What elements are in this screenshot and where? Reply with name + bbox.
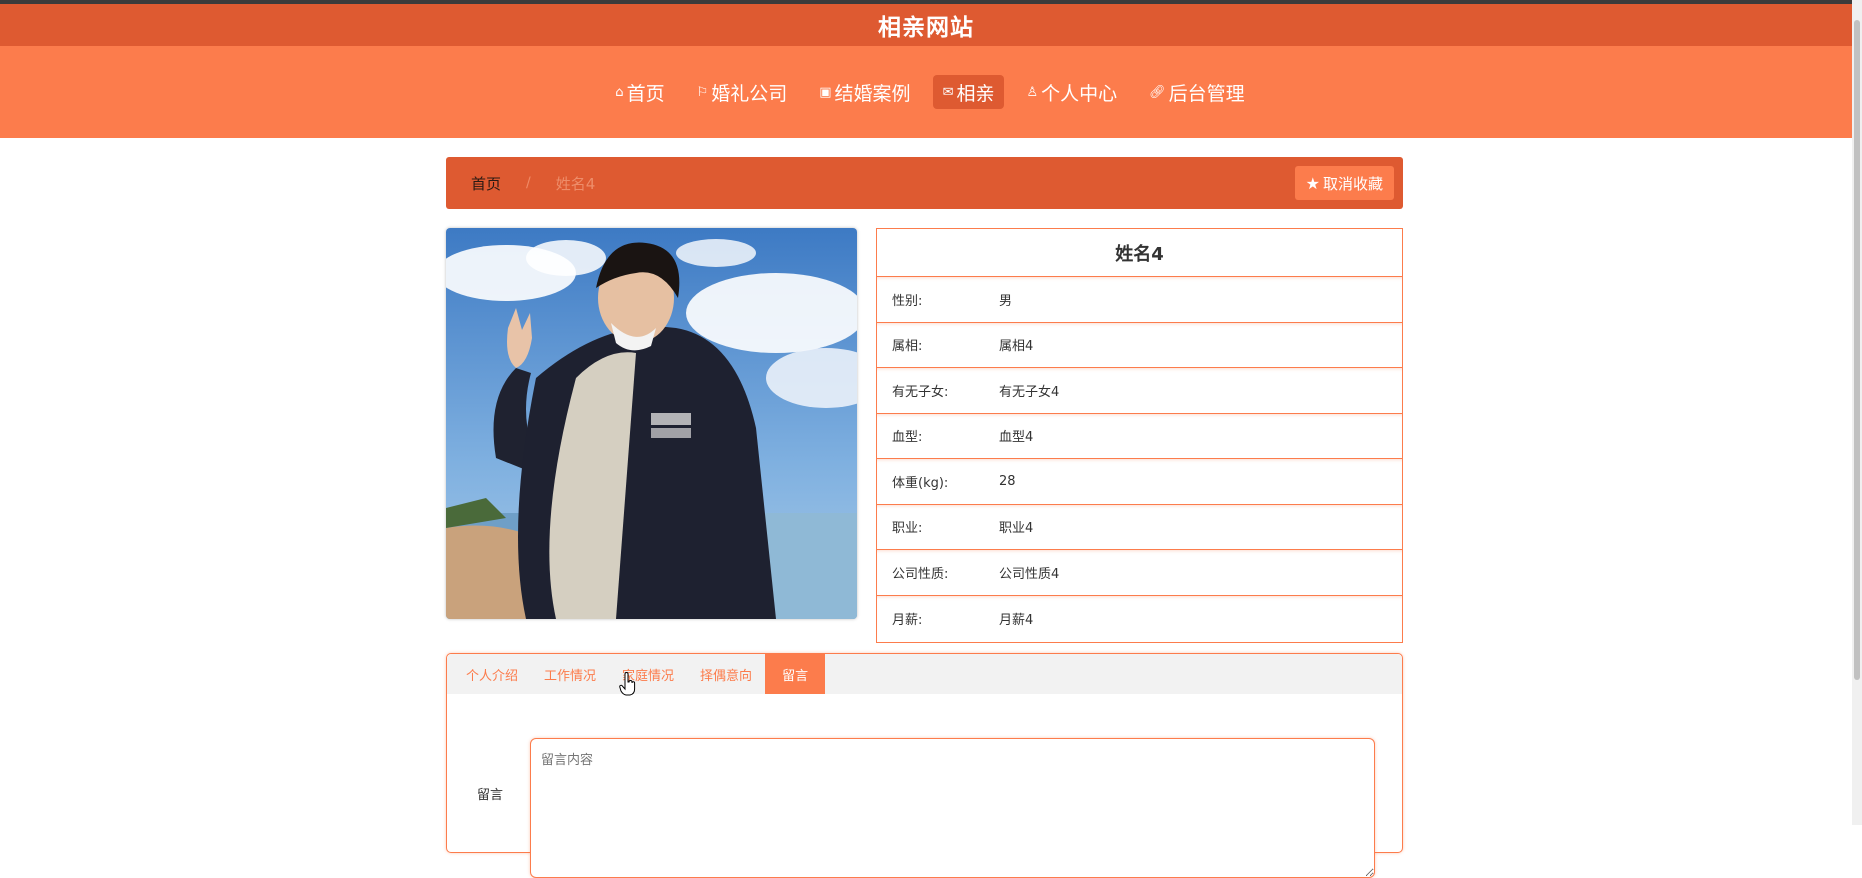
tab-partner-preference[interactable]: 择偶意向 bbox=[687, 654, 765, 694]
profile-info-table: 姓名4 性别: 男 属相: 属相4 有无子女: 有无子女4 血型: 血型4 体重… bbox=[876, 228, 1403, 643]
info-value: 属相4 bbox=[999, 339, 1034, 355]
breadcrumb-home-link[interactable]: 首页 bbox=[471, 173, 501, 194]
nav-item-label: 相亲 bbox=[956, 82, 995, 105]
info-value: 月薪4 bbox=[999, 612, 1034, 628]
info-row-blood-type: 血型: 血型4 bbox=[877, 414, 1402, 459]
unfavorite-button[interactable]: ★ 取消收藏 bbox=[1294, 166, 1394, 200]
breadcrumb: 首页 / 姓名4 ★ 取消收藏 bbox=[446, 157, 1403, 209]
info-label: 有无子女: bbox=[892, 384, 949, 400]
info-value: 血型4 bbox=[999, 430, 1034, 446]
tab-work[interactable]: 工作情况 bbox=[531, 654, 609, 694]
info-label: 性别: bbox=[892, 293, 923, 309]
profile-photo bbox=[446, 228, 857, 619]
info-row-zodiac: 属相: 属相4 bbox=[877, 323, 1402, 368]
info-value: 有无子女4 bbox=[999, 384, 1060, 400]
detail-tabs-panel: 个人介绍 工作情况 家庭情况 择偶意向 留言 留言 bbox=[446, 653, 1403, 878]
link-icon: 🔗︎ bbox=[1149, 84, 1166, 100]
nav-item-label: 首页 bbox=[626, 82, 665, 105]
site-header: 相亲网站 bbox=[0, 4, 1852, 46]
star-icon: ★ bbox=[1305, 173, 1320, 193]
info-value: 男 bbox=[999, 293, 1013, 309]
nav-item-label: 结婚案例 bbox=[834, 82, 911, 105]
nav-item-label: 后台管理 bbox=[1168, 82, 1245, 105]
nav-item-label: 婚礼公司 bbox=[711, 82, 788, 105]
info-value: 公司性质4 bbox=[999, 566, 1060, 582]
unfavorite-label: 取消收藏 bbox=[1322, 174, 1383, 193]
nav-item-admin[interactable]: 🔗︎ 后台管理 bbox=[1139, 75, 1255, 109]
hand-cursor-icon bbox=[619, 672, 636, 696]
info-row-weight: 体重(kg): 28 bbox=[877, 459, 1402, 505]
tab-introduction[interactable]: 个人介绍 bbox=[453, 654, 531, 694]
tab-message[interactable]: 留言 bbox=[765, 654, 826, 694]
info-label: 职业: bbox=[892, 521, 923, 537]
tab-bar: 个人介绍 工作情况 家庭情况 择偶意向 留言 bbox=[447, 654, 1402, 694]
info-value: 28 bbox=[999, 473, 1016, 489]
info-row-gender: 性别: 男 bbox=[877, 277, 1402, 323]
info-row-occupation: 职业: 职业4 bbox=[877, 505, 1402, 550]
flag-icon: ⚐ bbox=[696, 84, 709, 100]
home-icon: ⌂ bbox=[615, 84, 624, 100]
info-row-company-type: 公司性质: 公司性质4 bbox=[877, 550, 1402, 596]
breadcrumb-current: 姓名4 bbox=[555, 174, 596, 193]
nav-item-wedding-company[interactable]: ⚐ 婚礼公司 bbox=[687, 75, 798, 109]
nav-item-wedding-cases[interactable]: ▣ 结婚案例 bbox=[809, 75, 920, 109]
nav-item-user-center[interactable]: ♙ 个人中心 bbox=[1016, 75, 1127, 109]
user-icon: ♙ bbox=[1026, 84, 1039, 100]
main-nav: ⌂ 首页 ⚐ 婚礼公司 ▣ 结婚案例 ✉ 相亲 ♙ 个人中心 🔗︎ 后台管理 bbox=[0, 46, 1852, 138]
page-scrollbar-thumb[interactable] bbox=[1854, 20, 1860, 680]
site-title: 相亲网站 bbox=[878, 15, 974, 41]
profile-name: 姓名4 bbox=[877, 229, 1402, 277]
message-input[interactable] bbox=[530, 738, 1375, 878]
info-label: 血型: bbox=[892, 430, 923, 446]
mail-icon: ✉ bbox=[942, 84, 954, 100]
breadcrumb-separator: / bbox=[526, 175, 531, 191]
info-label: 体重(kg): bbox=[892, 475, 949, 491]
info-row-children: 有无子女: 有无子女4 bbox=[877, 368, 1402, 414]
info-row-salary: 月薪: 月薪4 bbox=[877, 596, 1402, 642]
info-value: 职业4 bbox=[999, 521, 1034, 537]
info-label: 公司性质: bbox=[892, 566, 949, 582]
info-label: 月薪: bbox=[892, 612, 923, 628]
nav-item-matchmaking[interactable]: ✉ 相亲 bbox=[932, 75, 1005, 109]
nav-list: ⌂ 首页 ⚐ 婚礼公司 ▣ 结婚案例 ✉ 相亲 ♙ 个人中心 🔗︎ 后台管理 bbox=[605, 75, 1254, 109]
gift-icon: ▣ bbox=[819, 84, 832, 100]
nav-item-home[interactable]: ⌂ 首页 bbox=[605, 75, 674, 109]
nav-item-label: 个人中心 bbox=[1041, 82, 1118, 105]
message-label: 留言 bbox=[477, 788, 504, 803]
info-label: 属相: bbox=[892, 339, 923, 355]
